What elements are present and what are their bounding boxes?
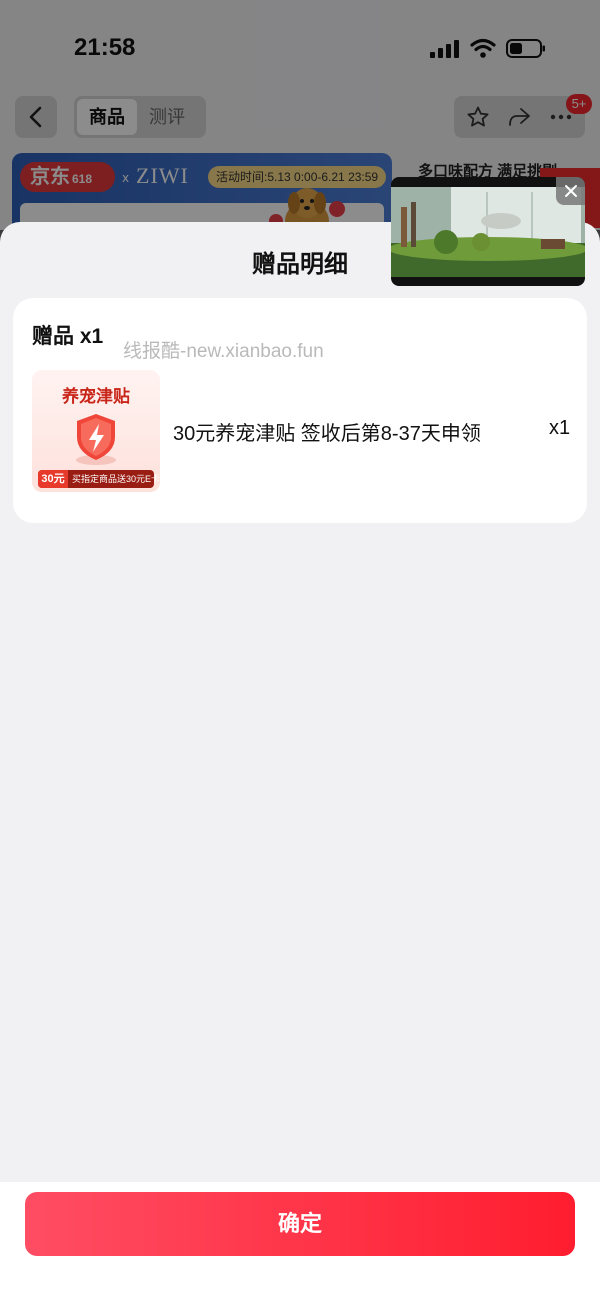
close-icon [564,185,577,197]
confirm-button[interactable]: 确定 [25,1192,575,1256]
gift-card: 赠品 x1 线报酷-new.xianbao.fun 养宠津贴 30元 买指定商品… [13,298,587,523]
gift-heading: 赠品 x1 [32,325,104,348]
gift-thumbnail: 养宠津贴 30元 买指定商品送30元E卡 [32,370,160,492]
gift-quantity: x1 [549,417,571,439]
close-video-button[interactable] [556,177,585,205]
thumb-strip: 30元 买指定商品送30元E卡 [38,470,160,488]
sheet-footer: 确定 [0,1182,600,1304]
watermark: 线报酷-new.xianbao.fun [123,341,324,362]
thumb-title: 养宠津贴 [62,387,130,406]
thumb-amount: 30元 [38,470,68,488]
thumb-strip-text: 买指定商品送30元E卡 [72,474,160,484]
gift-name: 30元养宠津贴 签收后第8-37天申领 [173,423,481,445]
shield-lightning-icon [76,414,116,465]
gift-detail-sheet: 赠品明细 赠品 x1 线报酷-new.xianbao.fun 养宠津贴 30元 … [0,222,600,1304]
